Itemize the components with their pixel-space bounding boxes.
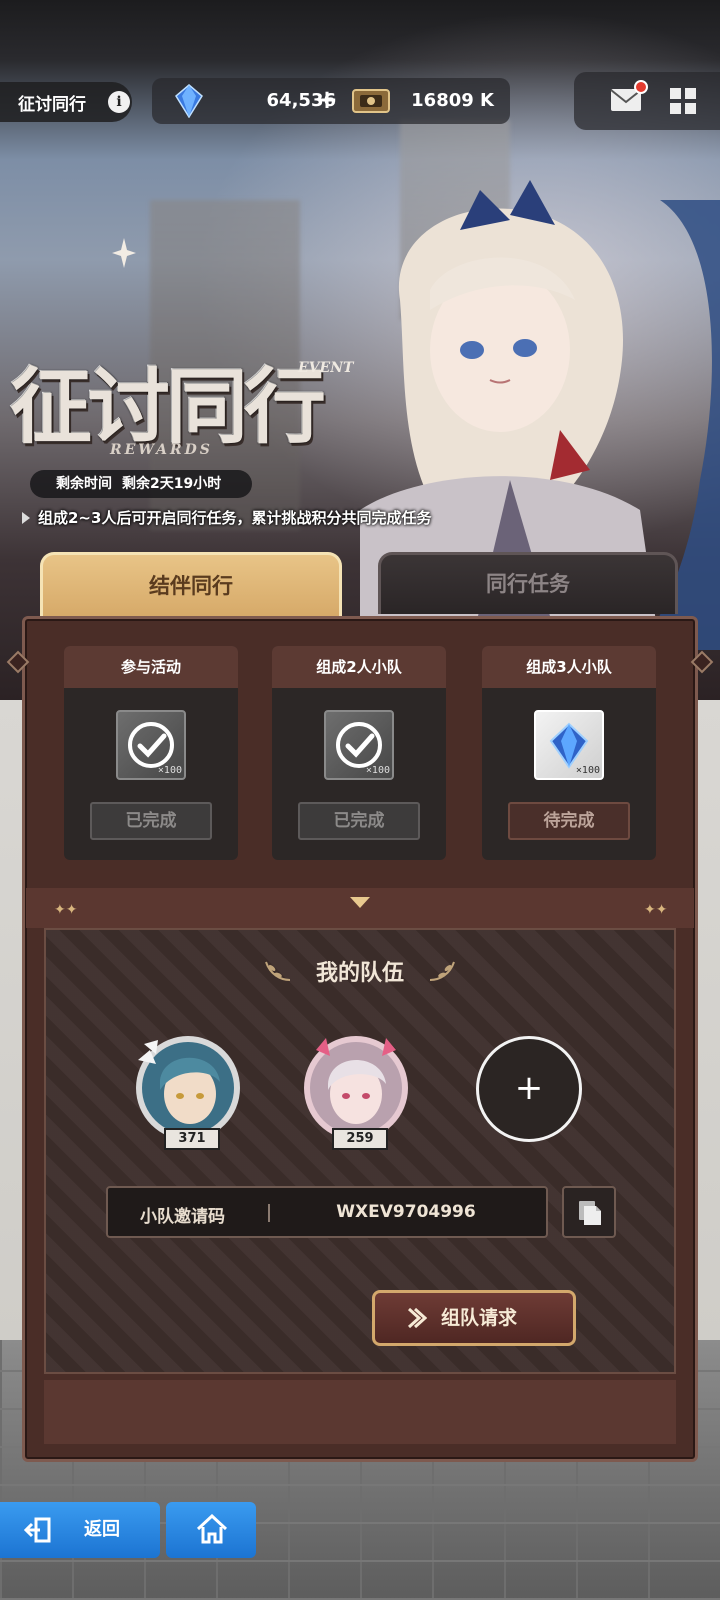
team-request-button[interactable]: 组队请求: [372, 1290, 576, 1346]
add-member-button[interactable]: +: [476, 1036, 582, 1142]
copy-icon: [579, 1201, 601, 1225]
invite-code-field: 小队邀请码 WXEV9704996: [106, 1186, 548, 1238]
sparkle-icon: [112, 238, 136, 268]
reward-card-team-of-2: 组成2人小队 ×100 已完成: [272, 646, 446, 860]
sparkle-icon: ✦✦: [54, 902, 78, 918]
tab-companion-tasks[interactable]: 同行任务: [378, 552, 678, 614]
team-member-avatar[interactable]: 371: [130, 1030, 246, 1150]
reward-item-count: ×100: [365, 765, 390, 776]
event-logo-tag: EVENT: [298, 360, 354, 376]
info-icon[interactable]: i: [108, 91, 130, 113]
laurel-right-icon: [429, 961, 455, 981]
down-arrow-icon: [350, 897, 370, 908]
exit-arrow-icon: [24, 1517, 51, 1543]
member-level: 371: [164, 1128, 220, 1150]
reward-status-completed: 已完成: [90, 802, 212, 840]
page-title: 征讨同行: [18, 94, 86, 115]
home-icon: [196, 1514, 228, 1544]
remaining-time-label: 剩余时间: [56, 476, 112, 492]
ticket-count: 16809 K: [411, 90, 494, 111]
copy-invite-code-button[interactable]: [562, 1186, 616, 1238]
event-description: 组成2~3人后可开启同行任务，累计挑战积分共同完成任务: [22, 506, 502, 530]
reward-item[interactable]: ×100: [116, 710, 186, 780]
team-request-label: 组队请求: [441, 1307, 518, 1329]
blue-crystal-icon: [549, 722, 589, 769]
section-divider: [26, 888, 694, 928]
reward-card-title: 组成2人小队: [272, 646, 446, 688]
reward-item[interactable]: ×100: [534, 710, 604, 780]
invite-separator: [268, 1204, 270, 1222]
reward-item[interactable]: ×100: [324, 710, 394, 780]
team-member-avatar[interactable]: 259: [298, 1030, 414, 1150]
invite-code-value: WXEV9704996: [336, 1202, 476, 1222]
check-circle-icon: [336, 722, 382, 768]
blue-crystal-icon: [175, 84, 203, 118]
add-crystal-button[interactable]: +: [312, 86, 342, 116]
ticket-icon: [352, 89, 390, 113]
member-level: 259: [332, 1128, 388, 1150]
back-button[interactable]: 返回: [0, 1502, 160, 1558]
reward-card-join: 参与活动 ×100 已完成: [64, 646, 238, 860]
home-button[interactable]: [166, 1502, 256, 1558]
my-team-box: [44, 928, 676, 1374]
reward-status-pending: 待完成: [508, 802, 630, 840]
topbar-actions: [574, 72, 720, 130]
remaining-time-value: 剩余2天19小时: [122, 476, 222, 492]
grid-menu-icon[interactable]: [670, 88, 696, 114]
reward-card-team-of-3: 组成3人小队 ×100 待完成: [482, 646, 656, 860]
panel-footer-ornament: [44, 1380, 676, 1444]
event-logo-subtitle: REWARDS: [110, 442, 213, 458]
mail-notification-dot: [634, 80, 648, 94]
page-title-chip: 征讨同行 i: [0, 82, 132, 122]
invite-code-label: 小队邀请码: [140, 1207, 225, 1227]
check-circle-icon: [128, 722, 174, 768]
tab-companion[interactable]: 结伴同行: [40, 552, 342, 618]
remaining-time-badge: 剩余时间 剩余2天19小时: [30, 470, 252, 498]
back-label: 返回: [84, 1519, 120, 1540]
currency-bar: 64,536 + 16809 K: [152, 78, 510, 124]
sparkle-icon: ✦✦: [644, 902, 668, 918]
team-title: 我的队伍: [315, 961, 404, 986]
reward-card-title: 参与活动: [64, 646, 238, 688]
reward-card-title: 组成3人小队: [482, 646, 656, 688]
reward-item-count: ×100: [157, 765, 182, 776]
arrow-right-icon: [407, 1307, 427, 1329]
reward-item-count: ×100: [575, 765, 600, 776]
reward-status-completed: 已完成: [298, 802, 420, 840]
